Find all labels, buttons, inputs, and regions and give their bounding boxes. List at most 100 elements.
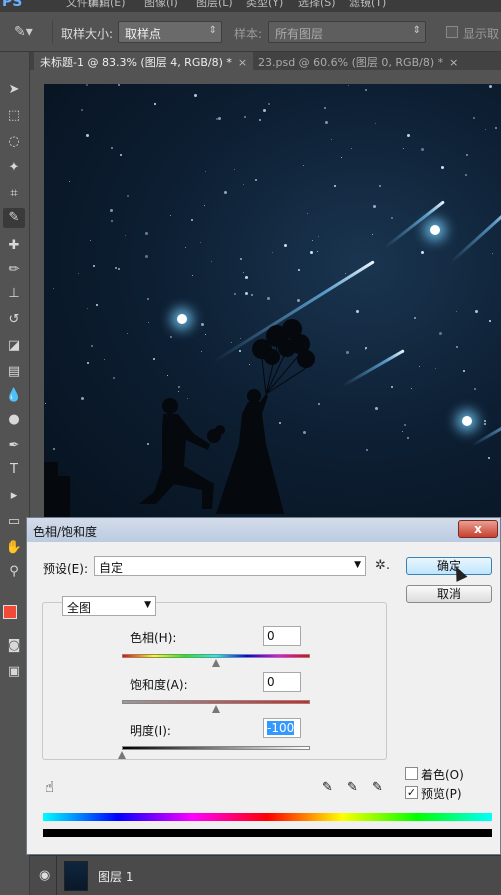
- blur-tool-icon[interactable]: 💧: [3, 386, 25, 406]
- hue-saturation-dialog: 色相/饱和度 x 预设(E): 自定 ▼ ✲. 确定 取消 全图 ▼ 色相(H)…: [26, 517, 501, 855]
- chevron-down-icon: ▼: [354, 560, 361, 570]
- options-bar: ✎▾ 取样大小: 取样点 ⇕ 样本: 所有图层 ⇕ 显示取: [0, 12, 501, 52]
- photoshop-window: PS 文件(F) 编辑(E) 图像(I) 图层(L) 类型(Y) 选择(S) 滤…: [0, 0, 501, 895]
- clone-stamp-tool-icon[interactable]: ⊥: [3, 284, 25, 304]
- pen-tool-icon[interactable]: ✒: [3, 436, 25, 456]
- chevron-updown-icon: ⇕: [208, 25, 217, 36]
- sample-value: 所有图层: [275, 27, 324, 41]
- chevron-down-icon: ▼: [144, 600, 151, 610]
- preview-checkbox[interactable]: ✓: [405, 786, 418, 799]
- colorize-checkbox[interactable]: [405, 767, 418, 780]
- sample-size-select[interactable]: 取样点 ⇕: [118, 21, 222, 43]
- couple-silhouette: [44, 319, 315, 534]
- eyedropper-minus-icon[interactable]: ✎: [372, 780, 383, 795]
- lightness-input[interactable]: -100: [263, 718, 301, 738]
- lightness-slider-track[interactable]: [122, 746, 310, 750]
- gradient-tool-icon[interactable]: ▤: [3, 362, 25, 382]
- hue-slider-track[interactable]: [122, 654, 310, 658]
- foreground-color-swatch[interactable]: [3, 605, 17, 619]
- app-logo: PS: [2, 0, 23, 10]
- close-button[interactable]: x: [458, 520, 498, 538]
- saturation-label: 饱和度(A):: [130, 678, 188, 692]
- lightness-value: -100: [267, 721, 295, 735]
- type-tool-icon[interactable]: T: [3, 460, 25, 480]
- saturation-input[interactable]: 0: [263, 672, 301, 692]
- chevron-updown-icon: ⇕: [412, 25, 421, 36]
- sample-size-label: 取样大小:: [61, 27, 114, 41]
- preset-label: 预设(E):: [43, 562, 88, 576]
- tab-23-psd[interactable]: 23.psd @ 60.6% (图层 0, RGB/8) * ×: [252, 52, 464, 70]
- tab-label: 23.psd @ 60.6% (图层 0, RGB/8) *: [258, 56, 444, 69]
- saturation-value: 0: [267, 675, 275, 689]
- preset-value: 自定: [99, 561, 124, 575]
- sample-size-value: 取样点: [125, 27, 162, 41]
- eyedropper-tool-icon[interactable]: ✎▾: [14, 24, 36, 40]
- layer-name[interactable]: 图层 1: [98, 868, 133, 885]
- history-brush-tool-icon[interactable]: ↺: [3, 310, 25, 330]
- healing-brush-tool-icon[interactable]: ✚: [3, 236, 25, 256]
- channel-value: 全图: [67, 601, 92, 615]
- adjustment-group: [42, 602, 387, 760]
- hand-tool-icon[interactable]: ✋: [3, 538, 25, 558]
- cancel-button[interactable]: 取消: [406, 585, 492, 603]
- path-selection-tool-icon[interactable]: ▸: [3, 486, 25, 506]
- screen-mode-icon[interactable]: ▣: [3, 662, 25, 682]
- divider: [56, 856, 57, 895]
- channel-select[interactable]: 全图 ▼: [62, 596, 156, 616]
- document-canvas[interactable]: [44, 84, 501, 534]
- saturation-slider-thumb[interactable]: [212, 705, 221, 713]
- eraser-tool-icon[interactable]: ◪: [3, 336, 25, 356]
- lightness-label: 明度(I):: [130, 724, 171, 738]
- menu-layer[interactable]: 图层(L): [196, 0, 233, 10]
- document-tabs: 未标题-1 @ 83.3% (图层 4, RGB/8) * × 23.psd @ …: [30, 52, 501, 70]
- output-color-bar: [43, 829, 492, 837]
- dialog-titlebar[interactable]: 色相/饱和度 x: [27, 518, 500, 542]
- preview-label: 预览(P): [421, 787, 462, 801]
- hue-label: 色相(H):: [130, 631, 177, 645]
- crop-tool-icon[interactable]: ⌗: [3, 184, 25, 204]
- rectangle-tool-icon[interactable]: ▭: [3, 512, 25, 532]
- menu-image[interactable]: 图像(I): [144, 0, 178, 10]
- hue-value: 0: [267, 629, 275, 643]
- layer-thumbnail[interactable]: [64, 861, 88, 891]
- marquee-tool-icon[interactable]: ⬚: [3, 106, 25, 126]
- brush-tool-icon[interactable]: ✏: [3, 260, 25, 280]
- menu-edit[interactable]: 编辑(E): [88, 0, 126, 10]
- sample-select[interactable]: 所有图层 ⇕: [268, 21, 426, 43]
- menu-type[interactable]: 类型(Y): [246, 0, 283, 10]
- show-ring-label: 显示取: [463, 27, 500, 41]
- move-tool-icon[interactable]: ➤: [3, 80, 25, 100]
- gear-icon[interactable]: ✲.: [375, 558, 390, 573]
- quick-mask-icon[interactable]: ◙: [3, 636, 25, 656]
- dialog-title: 色相/饱和度: [33, 525, 98, 539]
- hue-slider-thumb[interactable]: [212, 659, 221, 667]
- colorize-label: 着色(O): [421, 768, 464, 782]
- eye-icon[interactable]: ◉: [39, 868, 50, 883]
- close-icon[interactable]: ×: [238, 56, 247, 69]
- ok-button[interactable]: 确定: [406, 557, 492, 575]
- sample-label: 样本:: [234, 27, 263, 41]
- input-color-bar: [43, 813, 492, 821]
- preset-select[interactable]: 自定 ▼: [94, 556, 366, 576]
- close-icon[interactable]: ×: [449, 56, 458, 69]
- layers-panel: ◉ 图层 1: [30, 855, 501, 895]
- dodge-tool-icon[interactable]: ●: [3, 410, 25, 430]
- tab-untitled-1[interactable]: 未标题-1 @ 83.3% (图层 4, RGB/8) * ×: [34, 52, 254, 70]
- tab-label: 未标题-1 @ 83.3% (图层 4, RGB/8) *: [40, 56, 232, 69]
- lasso-tool-icon[interactable]: ◌: [3, 132, 25, 152]
- divider: [52, 20, 53, 44]
- menu-filter[interactable]: 滤镜(T): [349, 0, 386, 10]
- menu-select[interactable]: 选择(S): [298, 0, 336, 10]
- target-adjust-hand-icon[interactable]: ☝: [45, 778, 54, 796]
- zoom-tool-icon[interactable]: ⚲: [3, 562, 25, 582]
- show-ring-checkbox[interactable]: [446, 26, 458, 38]
- eyedropper-tool-icon[interactable]: ✎: [3, 208, 25, 228]
- lightness-slider-thumb[interactable]: [118, 751, 127, 759]
- silhouette-shapes: [44, 319, 315, 534]
- eyedropper-icon[interactable]: ✎: [322, 780, 333, 795]
- eyedropper-plus-icon[interactable]: ✎: [347, 780, 358, 795]
- saturation-slider-track[interactable]: [122, 700, 310, 704]
- menu-bar: PS 文件(F) 编辑(E) 图像(I) 图层(L) 类型(Y) 选择(S) 滤…: [0, 0, 501, 12]
- magic-wand-tool-icon[interactable]: ✦: [3, 158, 25, 178]
- hue-input[interactable]: 0: [263, 626, 301, 646]
